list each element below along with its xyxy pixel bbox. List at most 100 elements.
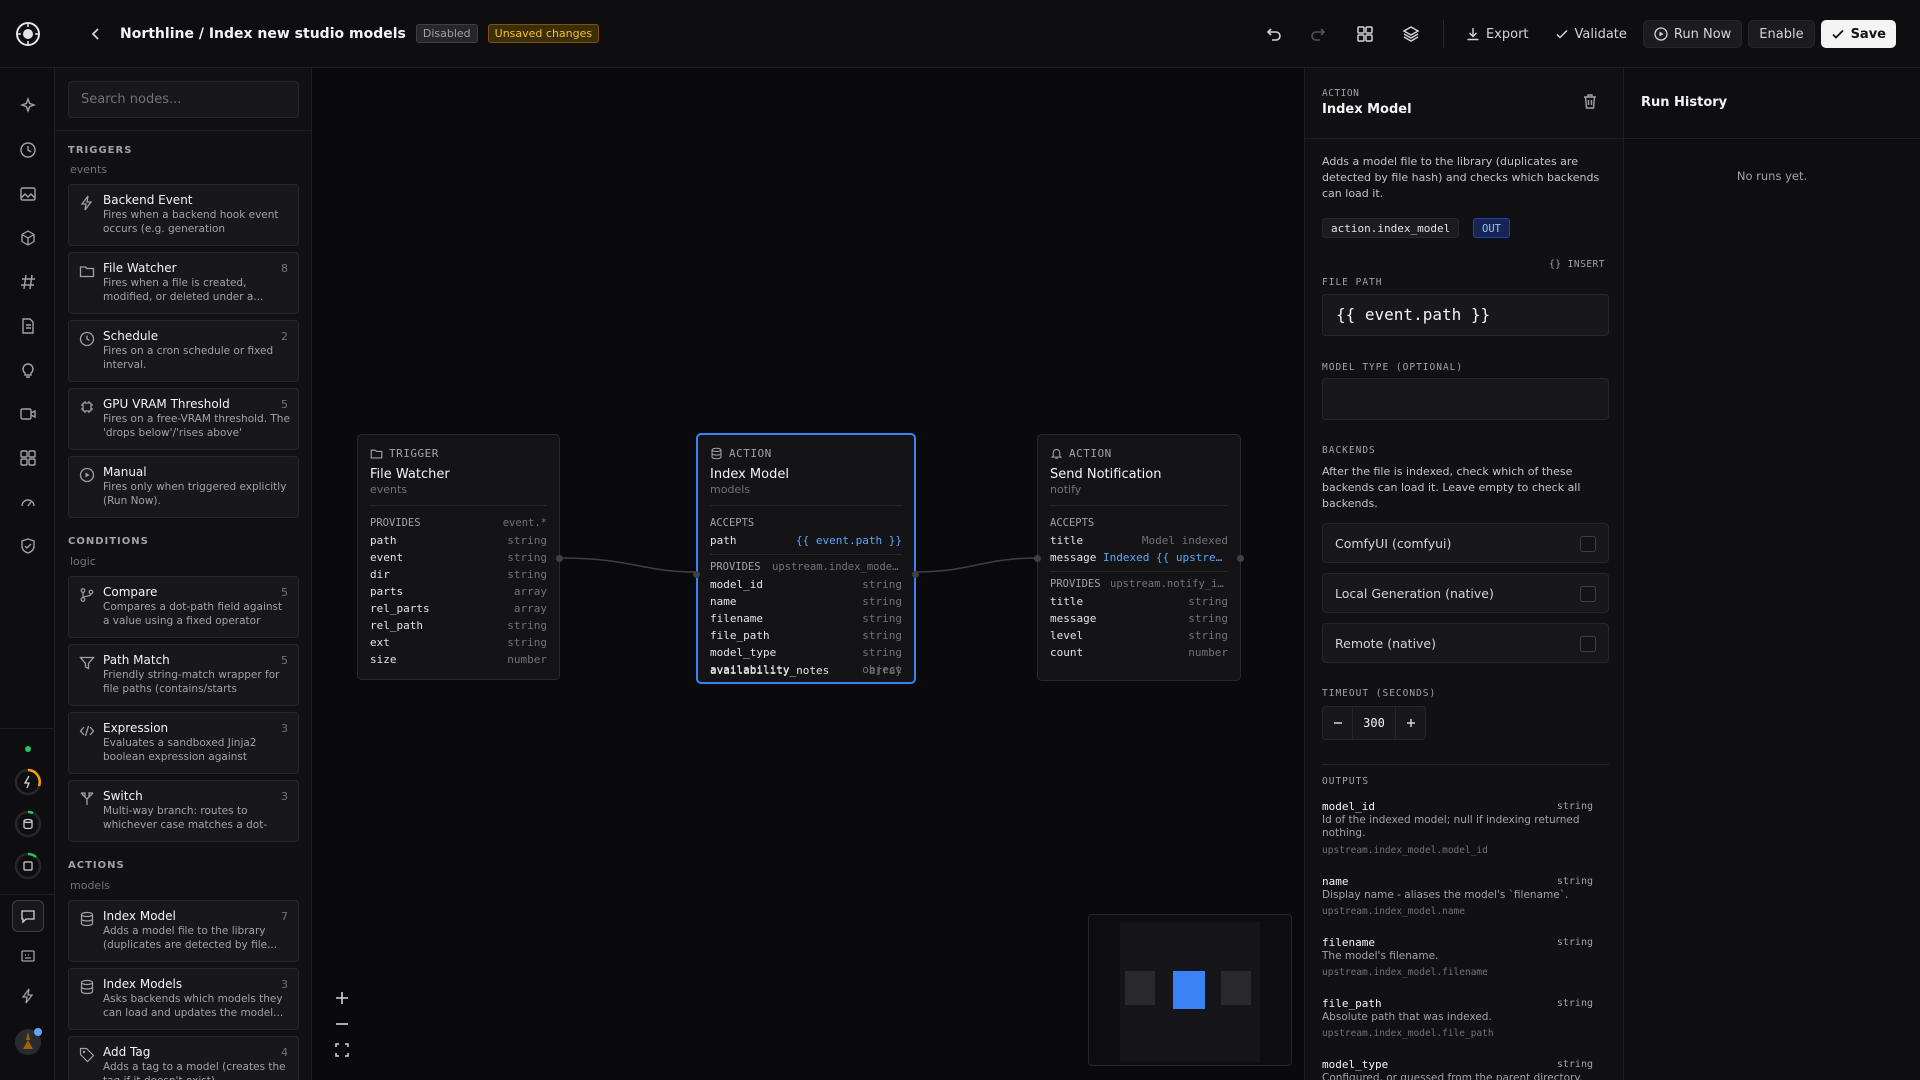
node-field: availability_notes array xyxy=(710,664,902,681)
backend-checkbox[interactable] xyxy=(1580,636,1596,652)
folder-icon xyxy=(79,263,95,279)
model-type-field[interactable] xyxy=(1322,378,1609,420)
field-type: string xyxy=(862,646,902,659)
field-key: path xyxy=(710,534,737,547)
storage-ring-icon[interactable] xyxy=(12,808,44,840)
palette-item-count: 7 xyxy=(281,910,288,923)
enable-button[interactable]: Enable xyxy=(1748,20,1815,48)
status-badge-disabled: Disabled xyxy=(415,24,478,43)
input-port[interactable] xyxy=(693,571,700,578)
field-key: availability_notes xyxy=(710,664,830,677)
lightning-icon[interactable] xyxy=(16,984,40,1008)
palette-item-desc: Multi-way branch: routes to whichever ca… xyxy=(103,805,268,833)
node-type-code: action.index_model xyxy=(1322,218,1460,238)
edge-action-to-notify xyxy=(914,557,1038,573)
lightbulb-icon[interactable] xyxy=(16,358,40,382)
field-key: parts xyxy=(370,585,404,598)
palette-item-add-tag[interactable]: Add Tag 4 Adds a tag to a model (creates… xyxy=(68,1036,299,1080)
split-icon xyxy=(79,791,95,807)
node-action-index-model[interactable]: ACTION Index Model models ACCEPTS path {{… xyxy=(693,433,919,684)
sparkles-icon[interactable] xyxy=(16,94,40,118)
validate-label: Validate xyxy=(1574,26,1627,42)
shield-check-icon[interactable] xyxy=(16,534,40,558)
terminal-icon[interactable] xyxy=(16,944,40,968)
node-field: level string xyxy=(1050,629,1228,646)
timeout-value[interactable]: 300 xyxy=(1353,716,1395,730)
code-icon xyxy=(79,723,95,739)
output-port[interactable] xyxy=(1237,555,1244,562)
tag-icon xyxy=(79,1047,95,1063)
palette-item-file-watcher[interactable]: File Watcher 8 Fires when a file is crea… xyxy=(68,252,299,314)
export-button[interactable]: Export xyxy=(1456,20,1539,48)
palette-item-schedule[interactable]: Schedule 2 Fires on a cron schedule or f… xyxy=(68,320,299,382)
redo-icon[interactable] xyxy=(1299,17,1339,51)
field-value: Indexed {{ upstream.index_model.name }} xyxy=(1103,551,1228,564)
image-gallery-icon[interactable] xyxy=(16,182,40,206)
node-provides-label: PROVIDES xyxy=(1050,578,1101,590)
palette-item-index-models[interactable]: Index Models 3 Asks backends which model… xyxy=(68,968,299,1030)
file-path-field[interactable]: {{ event.path }} xyxy=(1322,294,1609,336)
cube-models-icon[interactable] xyxy=(16,226,40,250)
output-type: string xyxy=(1556,937,1593,948)
node-action-send-notification[interactable]: ACTION Send Notification notify ACCEPTS … xyxy=(1034,434,1244,681)
fit-view-icon[interactable] xyxy=(332,1040,352,1060)
user-avatar[interactable] xyxy=(12,1026,44,1058)
palette-item-manual[interactable]: Manual Fires only when triggered explici… xyxy=(68,456,299,518)
node-field: ext string xyxy=(370,636,547,653)
palette-item-path-match[interactable]: Path Match 5 Friendly string-match wrapp… xyxy=(68,644,299,706)
layout-grid-icon[interactable] xyxy=(1345,17,1385,51)
palette-item-gpu-vram-threshold[interactable]: GPU VRAM Threshold 5 Fires on a free-VRA… xyxy=(68,388,299,450)
insert-variable-button[interactable]: {} INSERT xyxy=(1549,259,1605,270)
node-accepts-label: ACCEPTS xyxy=(710,517,755,529)
minimap[interactable] xyxy=(1088,914,1292,1066)
chat-icon[interactable] xyxy=(12,900,44,932)
input-port[interactable] xyxy=(1034,555,1041,562)
document-icon[interactable] xyxy=(16,314,40,338)
plus-icon[interactable] xyxy=(1395,707,1425,739)
apps-grid-icon[interactable] xyxy=(16,446,40,470)
video-icon[interactable] xyxy=(16,402,40,426)
hashtag-icon[interactable] xyxy=(16,270,40,294)
activity-ring-icon[interactable] xyxy=(12,766,44,798)
search-nodes-input[interactable] xyxy=(68,81,299,118)
back-button[interactable] xyxy=(84,22,108,46)
history-clock-icon[interactable] xyxy=(16,138,40,162)
run-now-button[interactable]: Run Now xyxy=(1642,20,1743,48)
validate-button[interactable]: Validate xyxy=(1545,20,1637,48)
layers-icon[interactable] xyxy=(1391,17,1431,51)
gauge-icon[interactable] xyxy=(16,490,40,514)
backend-option-remote[interactable]: Remote (native) xyxy=(1322,623,1609,663)
backend-option-local-generation[interactable]: Local Generation (native) xyxy=(1322,573,1609,613)
output-port[interactable] xyxy=(912,571,919,578)
minus-icon[interactable] xyxy=(1323,707,1353,739)
backend-checkbox[interactable] xyxy=(1580,536,1596,552)
zoom-in-icon[interactable] xyxy=(332,988,352,1008)
node-field: rel_path string xyxy=(370,619,547,636)
timeout-stepper: 300 xyxy=(1322,706,1426,740)
backend-option-comfyui[interactable]: ComfyUI (comfyui) xyxy=(1322,523,1609,563)
save-button[interactable]: Save xyxy=(1820,20,1896,48)
minimap-node xyxy=(1221,971,1251,1005)
node-provides-value: upstream.index_model.* xyxy=(772,561,902,573)
undo-icon[interactable] xyxy=(1253,17,1293,51)
workflow-canvas[interactable]: TRIGGER File Watcher events PROVIDES eve… xyxy=(312,68,1304,1080)
section-sub-actions: models xyxy=(70,879,110,892)
app-logo[interactable] xyxy=(0,0,56,68)
palette-item-index-model[interactable]: Index Model 7 Adds a model file to the l… xyxy=(68,900,299,962)
output-type: string xyxy=(1556,998,1593,1009)
trash-icon[interactable] xyxy=(1581,92,1599,110)
palette-item-backend-event[interactable]: Backend Event Fires when a backend hook … xyxy=(68,184,299,246)
backend-checkbox[interactable] xyxy=(1580,586,1596,602)
node-kind-label: ACTION xyxy=(729,447,772,460)
zoom-out-icon[interactable] xyxy=(332,1014,352,1034)
palette-item-switch[interactable]: Switch 3 Multi-way branch: routes to whi… xyxy=(68,780,299,842)
gpu-ring-icon[interactable] xyxy=(12,850,44,882)
palette-item-expression[interactable]: Expression 3 Evaluates a sandboxed Jinja… xyxy=(68,712,299,774)
field-type: string xyxy=(862,595,902,608)
output-port[interactable] xyxy=(556,555,563,562)
node-field: name string xyxy=(710,595,902,612)
field-type: array xyxy=(868,664,902,677)
node-trigger-file-watcher[interactable]: TRIGGER File Watcher events PROVIDES eve… xyxy=(357,434,563,680)
cpu-chip-icon xyxy=(79,399,95,415)
palette-item-compare[interactable]: Compare 5 Compares a dot-path field agai… xyxy=(68,576,299,638)
